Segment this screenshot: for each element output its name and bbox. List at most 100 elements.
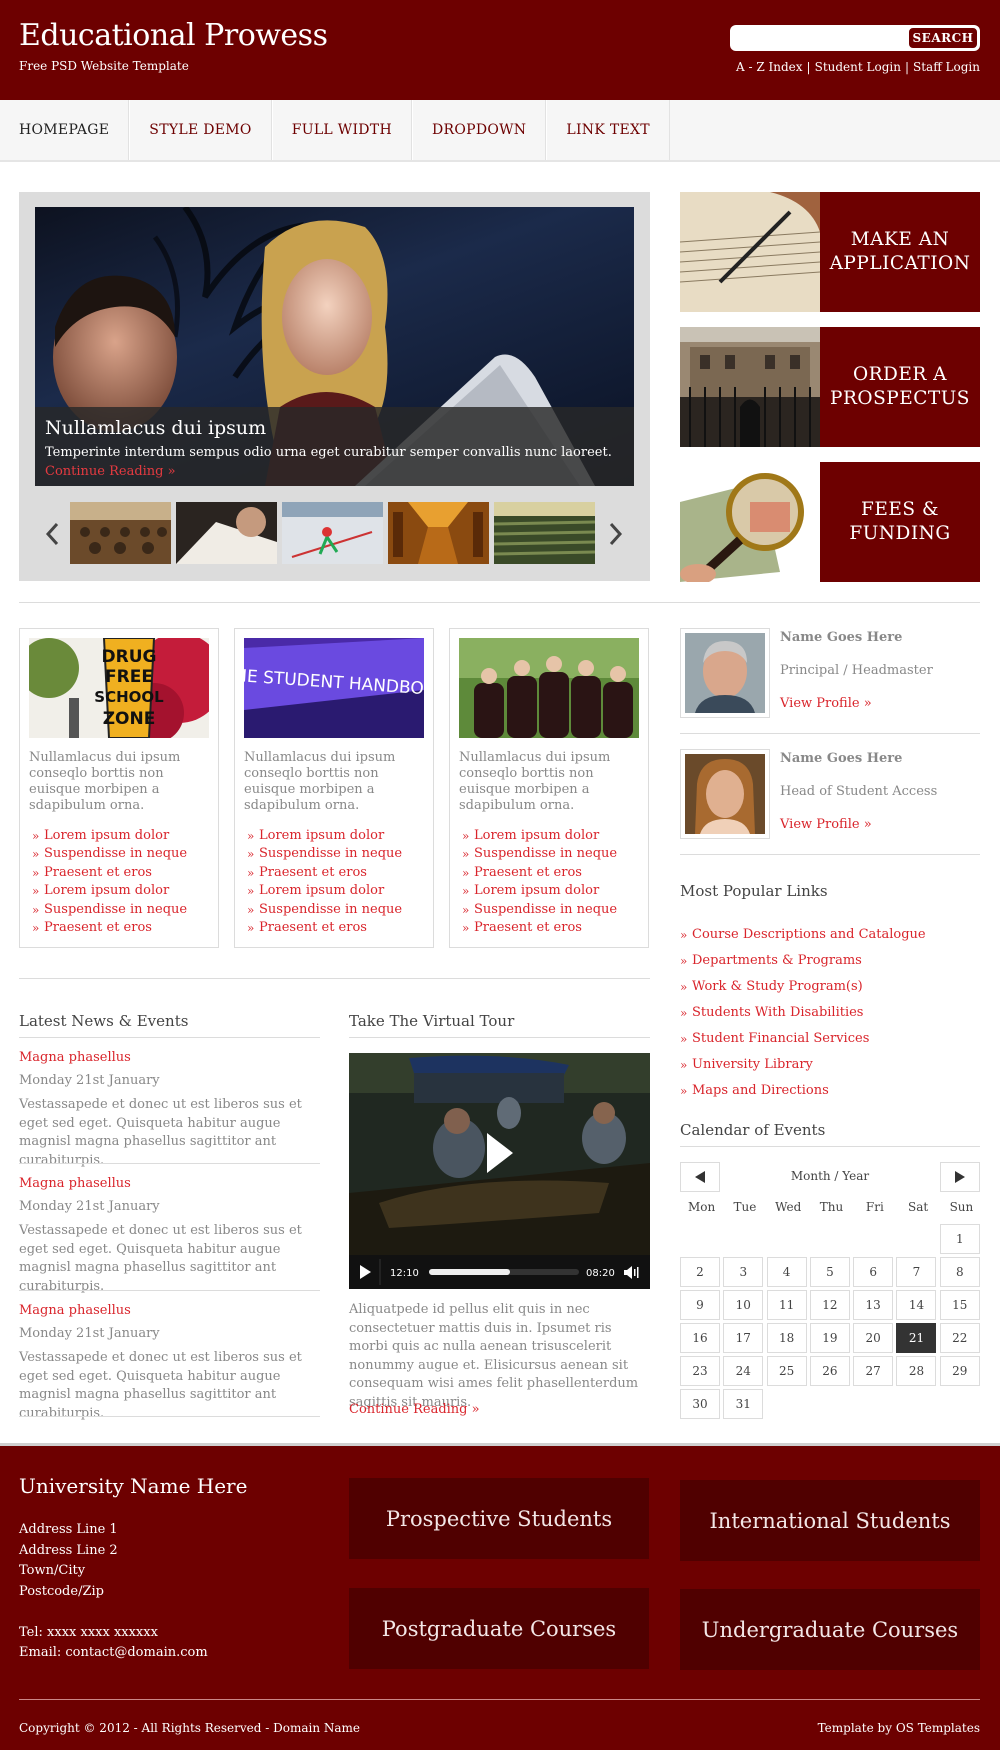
feature-link[interactable]: Praesent et eros [459,864,617,883]
undergraduate-courses-button[interactable]: Undergraduate Courses [680,1589,980,1670]
email[interactable]: Email: contact@domain.com [19,1643,208,1664]
feature-link[interactable]: Praesent et eros [244,864,402,883]
tour-continue-link[interactable]: Continue Reading » [349,1402,480,1417]
student-login-link[interactable]: Student Login [815,60,901,74]
calendar-day[interactable]: 21 [896,1323,937,1353]
popular-link[interactable]: Student Financial Services [680,1026,926,1052]
calendar-day[interactable]: 28 [896,1356,937,1386]
slide-continue-link[interactable]: Continue Reading » [45,464,176,479]
popular-link[interactable]: Course Descriptions and Catalogue [680,922,926,948]
calendar-day[interactable]: 1 [939,1224,980,1254]
calendar-day[interactable]: 11 [766,1290,807,1320]
feature-link[interactable]: Suspendisse in neque [459,845,617,864]
calendar-day[interactable]: 25 [766,1356,807,1386]
popular-link[interactable]: Work & Study Program(s) [680,974,926,1000]
az-index-link[interactable]: A - Z Index [736,60,803,74]
news-item-title[interactable]: Magna phasellus [19,1176,131,1191]
calendar-day[interactable]: 23 [680,1356,720,1386]
calendar-day[interactable]: 7 [896,1257,937,1287]
nav-full-width[interactable]: FULL WIDTH [271,100,412,160]
feature-link[interactable]: Suspendisse in neque [244,845,402,864]
template-credit[interactable]: Template by OS Templates [818,1721,980,1735]
calendar-empty-cell [853,1224,893,1254]
calendar-day[interactable]: 27 [853,1356,894,1386]
feature-link[interactable]: Lorem ipsum dolor [459,882,617,901]
avatar[interactable] [680,749,770,839]
calendar-day[interactable]: 3 [723,1257,764,1287]
feature-link[interactable]: Suspendisse in neque [244,901,402,920]
calendar-day[interactable]: 13 [853,1290,894,1320]
slide-image[interactable]: Nullamlacus dui ipsum Temperinte interdu… [35,207,634,486]
calendar-day[interactable]: 20 [853,1323,894,1353]
feature-link[interactable]: Praesent et eros [29,919,187,938]
calendar-day[interactable]: 10 [723,1290,764,1320]
slider-prev-icon[interactable] [45,522,61,546]
make-application-box[interactable]: MAKE AN APPLICATION [680,192,980,312]
calendar-day[interactable]: 30 [680,1389,720,1419]
feature-link[interactable]: Lorem ipsum dolor [459,827,617,846]
international-students-button[interactable]: International Students [680,1480,980,1561]
feature-link[interactable]: Suspendisse in neque [29,901,187,920]
feature-link[interactable]: Suspendisse in neque [459,901,617,920]
fees-funding-box[interactable]: FEES & FUNDING [680,462,980,582]
video-player[interactable]: 12:10 08:20 [349,1053,650,1289]
slider-next-icon[interactable] [609,522,625,546]
calendar-day[interactable]: 17 [723,1323,764,1353]
avatar[interactable] [680,628,770,718]
thumbnail-corridor[interactable] [388,502,489,564]
calendar-next-button[interactable] [940,1162,980,1192]
calendar-day[interactable]: 31 [723,1389,764,1419]
calendar-day[interactable]: 2 [680,1257,720,1287]
thumbnail-lecture-hall[interactable] [70,502,171,564]
staff-login-link[interactable]: Staff Login [913,60,980,74]
calendar-day[interactable]: 29 [939,1356,980,1386]
feature-link[interactable]: Lorem ipsum dolor [29,882,187,901]
popular-link[interactable]: University Library [680,1052,926,1078]
calendar-day[interactable]: 5 [809,1257,850,1287]
thumbnail-writing[interactable] [176,502,277,564]
search-button[interactable]: SEARCH [908,27,978,49]
thumbnail-auditorium[interactable] [494,502,595,564]
nav-homepage[interactable]: HOMEPAGE [0,100,130,160]
student-handbook-image[interactable]: THE STUDENT HANDBOOK [244,638,424,738]
calendar-prev-button[interactable] [680,1162,720,1192]
postgraduate-courses-button[interactable]: Postgraduate Courses [349,1588,649,1669]
feature-link[interactable]: Praesent et eros [244,919,402,938]
feature-link[interactable]: Lorem ipsum dolor [29,827,187,846]
calendar-day[interactable]: 26 [809,1356,850,1386]
view-profile-link[interactable]: View Profile » [780,696,872,711]
nav-style-demo[interactable]: STYLE DEMO [129,100,272,160]
feature-link[interactable]: Lorem ipsum dolor [244,827,402,846]
calendar-day[interactable]: 14 [896,1290,937,1320]
site-title[interactable]: Educational Prowess [19,18,328,53]
popular-link[interactable]: Departments & Programs [680,948,926,974]
calendar-day[interactable]: 18 [766,1323,807,1353]
drug-free-sign-image[interactable]: DRUG FREE SCHOOL ZONE [29,638,209,738]
feature-link[interactable]: Praesent et eros [29,864,187,883]
nav-link-text[interactable]: LINK TEXT [546,100,670,160]
popular-link[interactable]: Maps and Directions [680,1078,926,1104]
feature-link[interactable]: Lorem ipsum dolor [244,882,402,901]
calendar-day[interactable]: 15 [939,1290,980,1320]
news-item-title[interactable]: Magna phasellus [19,1050,131,1065]
calendar-day[interactable]: 9 [680,1290,720,1320]
calendar-day[interactable]: 24 [723,1356,764,1386]
nav-dropdown[interactable]: DROPDOWN [411,100,547,160]
calendar-day[interactable]: 22 [939,1323,980,1353]
news-item-title[interactable]: Magna phasellus [19,1303,131,1318]
graduates-image[interactable] [459,638,639,738]
view-profile-link[interactable]: View Profile » [780,817,872,832]
order-prospectus-box[interactable]: ORDER A PROSPECTUS [680,327,980,447]
calendar-day[interactable]: 8 [939,1257,980,1287]
calendar-day[interactable]: 19 [809,1323,850,1353]
popular-link[interactable]: Students With Disabilities [680,1000,926,1026]
calendar-day[interactable]: 16 [680,1323,720,1353]
search-input[interactable] [736,28,886,48]
calendar-day[interactable]: 4 [766,1257,807,1287]
feature-link[interactable]: Suspendisse in neque [29,845,187,864]
prospective-students-button[interactable]: Prospective Students [349,1478,649,1559]
calendar-day[interactable]: 12 [809,1290,850,1320]
feature-link[interactable]: Praesent et eros [459,919,617,938]
calendar-day[interactable]: 6 [853,1257,894,1287]
thumbnail-sports[interactable] [282,502,383,564]
